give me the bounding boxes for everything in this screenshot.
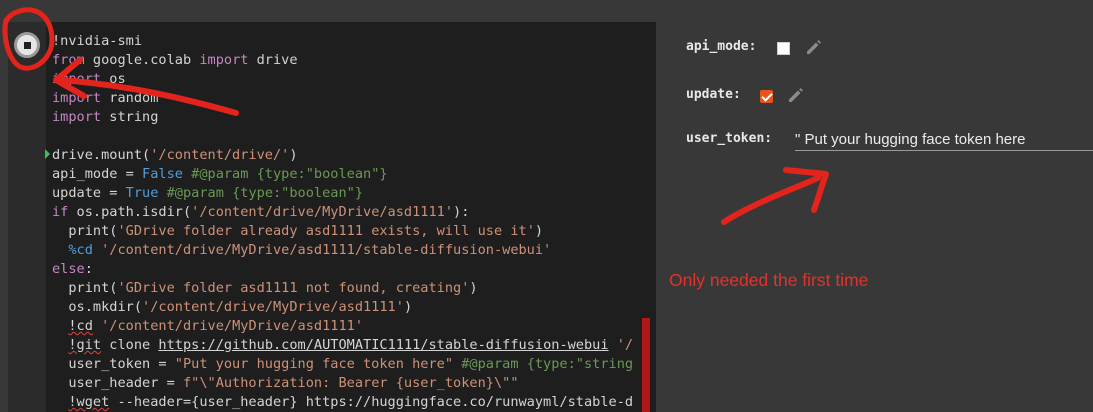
api-mode-label: api_mode:	[686, 39, 757, 54]
stop-run-button[interactable]	[14, 32, 40, 58]
code-token: )	[403, 299, 413, 315]
code-token: drive	[248, 52, 298, 68]
code-lines: !nvidia-smi from google.colab import driv…	[52, 32, 633, 412]
code-token: from	[52, 52, 85, 68]
code-line: user_token = "Put your hugging face toke…	[52, 355, 633, 374]
error-marker-bar	[642, 318, 650, 412]
code-token: '/content/drive/MyDrive/asd1111'	[191, 204, 454, 220]
code-line: import os	[52, 70, 633, 89]
code-line: %cd '/content/drive/MyDrive/asd1111/stab…	[52, 241, 633, 260]
code-token: )	[534, 223, 544, 239]
code-line: print('GDrive folder already asd1111 exi…	[52, 222, 633, 241]
code-token: https://github.com/AUTOMATIC1111/stable-…	[158, 337, 609, 353]
code-token: #@param {type:"boolean"}	[158, 185, 364, 201]
code-token: #@param {type:"boolean"}	[182, 166, 388, 182]
code-line: else:	[52, 260, 633, 279]
stop-icon	[23, 41, 31, 49]
code-token: '/	[608, 337, 634, 353]
form-panel	[656, 22, 1093, 412]
code-line: print('GDrive folder asd1111 not found, …	[52, 279, 633, 298]
code-line: os.mkdir('/content/drive/MyDrive/asd1111…	[52, 298, 633, 317]
code-token: os	[101, 71, 126, 87]
api-mode-checkbox[interactable]	[777, 42, 790, 55]
code-line: user_header = f"\"Authorization: Bearer …	[52, 374, 633, 393]
code-token: !git	[68, 337, 102, 353]
code-token: '/content/drive/MyDrive/asd1111'	[101, 318, 364, 334]
code-line: import string	[52, 108, 633, 127]
code-token: '/content/drive/MyDrive/asd1111/stable-d…	[101, 242, 552, 258]
user-token-label: user_token:	[686, 131, 773, 146]
code-token: !nvidia-smi	[52, 33, 143, 49]
code-token: :	[84, 261, 93, 277]
code-token: f"\"Authorization: Bearer {user_token}\"…	[182, 375, 519, 391]
code-token: False	[142, 166, 183, 182]
annotation-note: Only needed the first time	[669, 270, 869, 290]
code-token: import	[52, 90, 102, 106]
code-line: if os.path.isdir('/content/drive/MyDrive…	[52, 203, 633, 222]
code-token: import	[199, 52, 249, 68]
code-token: ):	[453, 204, 470, 220]
code-line: drive.mount('/content/drive/')	[52, 146, 633, 165]
code-token: user_token =	[52, 356, 175, 372]
code-line: !nvidia-smi	[52, 32, 633, 51]
code-token: clone	[101, 337, 159, 353]
code-editor[interactable]: !nvidia-smi from google.colab import driv…	[46, 22, 656, 412]
check-icon	[761, 90, 773, 102]
code-token: #@param {type:"string	[453, 356, 634, 372]
code-token: os.path.isdir(	[68, 204, 192, 220]
user-token-input[interactable]	[795, 128, 1093, 151]
code-line: update = True #@param {type:"boolean"}	[52, 184, 633, 203]
pencil-icon[interactable]	[786, 85, 806, 105]
code-token: !wget	[68, 394, 110, 410]
top-bar	[0, 0, 1093, 22]
code-token: import	[52, 109, 102, 125]
code-token: if	[52, 204, 69, 220]
code-line: from google.colab import drive	[52, 51, 633, 70]
code-token: --header={user_header} https://huggingfa…	[109, 394, 634, 410]
code-token: update =	[52, 185, 126, 201]
pencil-icon[interactable]	[804, 37, 824, 57]
code-token: api_mode =	[52, 166, 143, 182]
code-token: print(	[52, 280, 118, 296]
code-token: random	[101, 90, 159, 106]
code-line: api_mode = False #@param {type:"boolean"…	[52, 165, 633, 184]
code-token: os.mkdir(	[52, 299, 143, 315]
code-token: 'GDrive folder already asd1111 exists, w…	[117, 223, 535, 239]
code-token: )	[469, 280, 478, 296]
update-checkbox[interactable]	[760, 90, 773, 103]
code-token: True	[125, 185, 159, 201]
code-line: !cd '/content/drive/MyDrive/asd1111'	[52, 317, 633, 336]
code-token: '/content/drive/MyDrive/asd1111'	[142, 299, 404, 315]
cell-gutter	[8, 22, 46, 412]
code-token: 'GDrive folder asd1111 not found, creati…	[117, 280, 470, 296]
code-token: !cd	[68, 318, 93, 334]
update-label: update:	[686, 87, 741, 102]
code-token: string	[101, 109, 159, 125]
code-line: !wget --header={user_header} https://hug…	[52, 393, 633, 412]
code-line: !git clone https://github.com/AUTOMATIC1…	[52, 336, 633, 355]
code-token: user_header =	[52, 375, 183, 391]
code-token: google.colab	[84, 52, 200, 68]
code-token: %cd	[52, 242, 102, 258]
code-token: import	[52, 71, 102, 87]
code-token: else	[52, 261, 85, 277]
code-line: import random	[52, 89, 633, 108]
code-token: print(	[52, 223, 118, 239]
code-token: '/content/drive/'	[150, 147, 290, 163]
code-token: drive.mount(	[52, 147, 151, 163]
line-marker-icon	[45, 149, 50, 159]
code-token: "Put your hugging face token here"	[174, 356, 454, 372]
code-token: )	[289, 147, 298, 163]
